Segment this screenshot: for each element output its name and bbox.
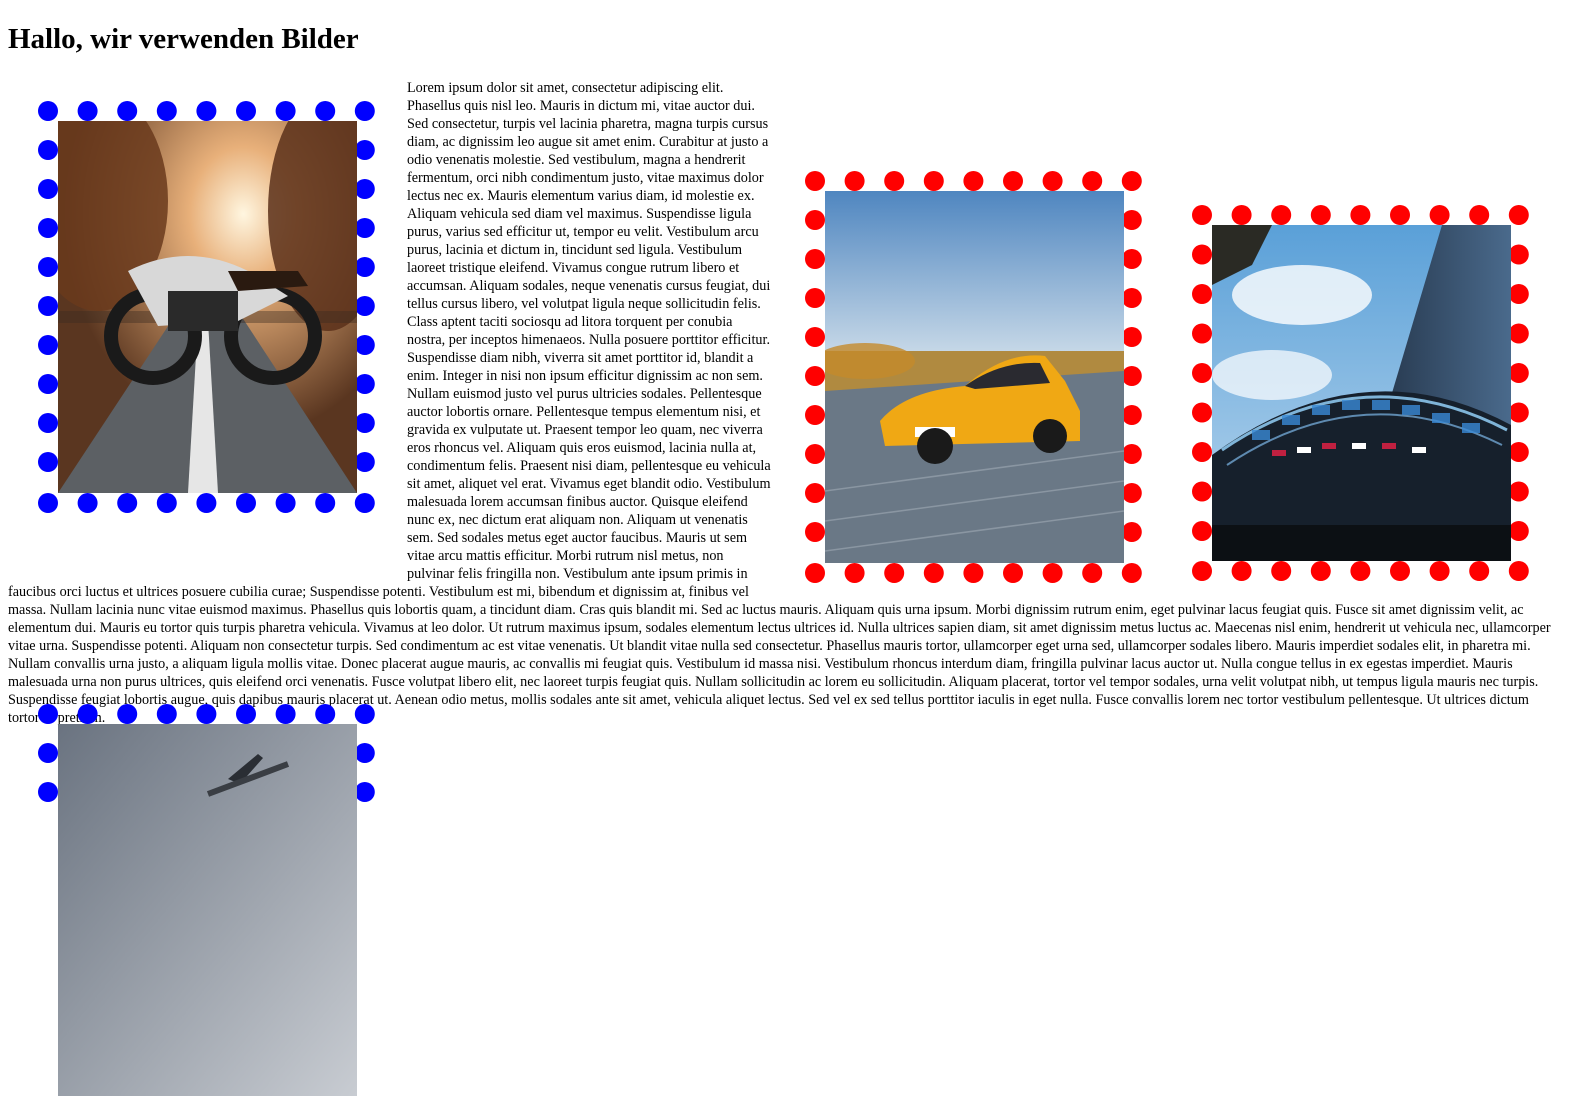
page-heading: Hallo, wir verwenden Bilder [8, 23, 359, 55]
sportscar-image [805, 171, 1144, 583]
motorcycle-image [38, 101, 377, 513]
building-image [1192, 205, 1531, 581]
airplane-illustration [58, 724, 357, 1096]
building-illustration [1212, 225, 1511, 561]
motorcycle-photo [58, 121, 357, 493]
sportscar-photo [825, 191, 1124, 563]
motorcycle-illustration [58, 121, 357, 493]
airplane-image [38, 704, 377, 1116]
airplane-photo [58, 724, 357, 1096]
page: Hallo, wir verwenden Bilder Lorem ipsum … [8, 0, 1561, 1096]
sportscar-illustration [825, 191, 1124, 563]
building-photo [1212, 225, 1511, 561]
